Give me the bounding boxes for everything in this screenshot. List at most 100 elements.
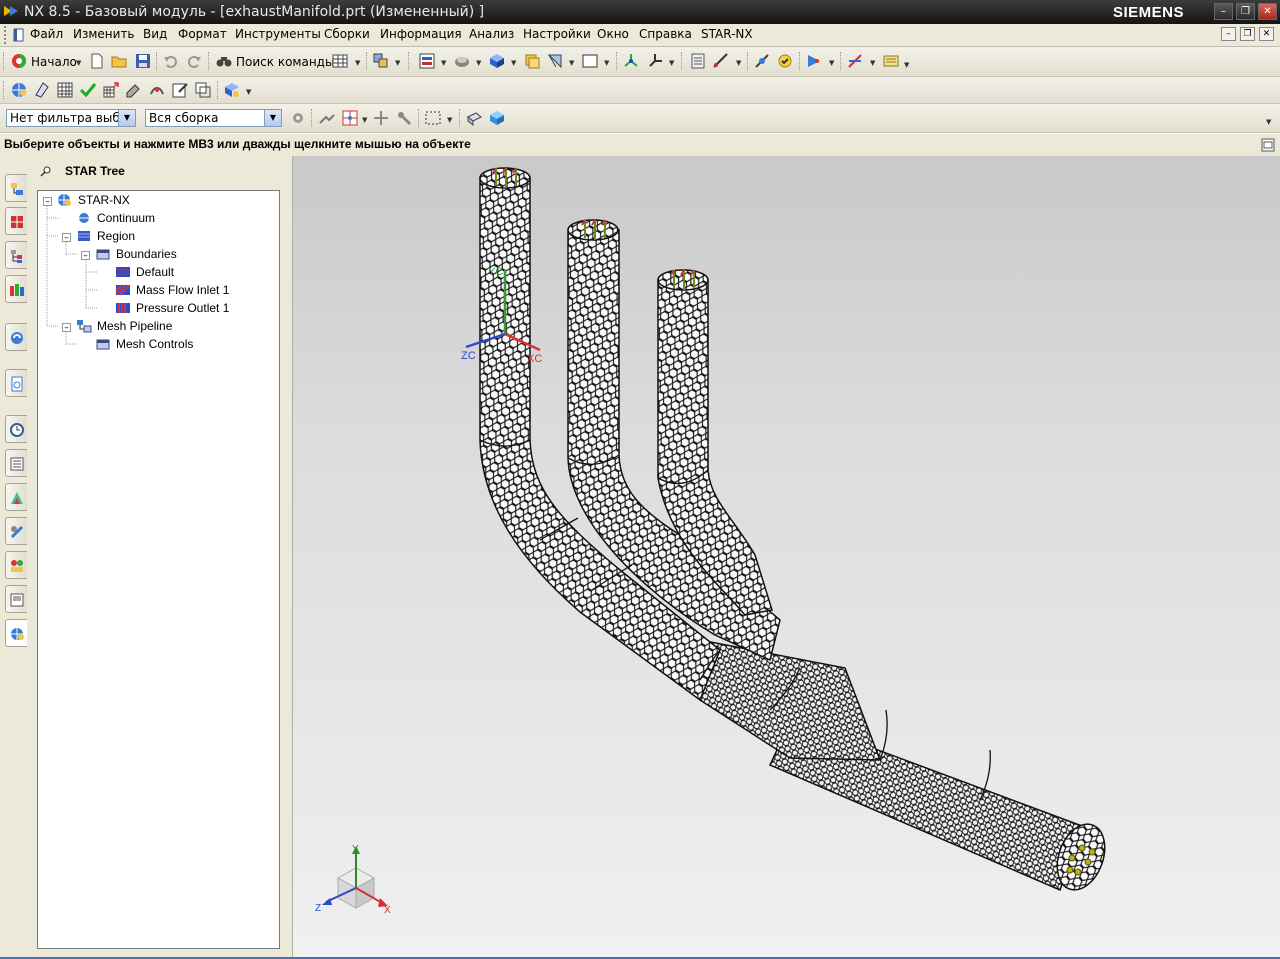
type-filter-dropdown[interactable]: Нет фильтра выбо ▼ <box>6 109 136 127</box>
create-part-icon[interactable] <box>33 81 51 99</box>
orient-view-icon[interactable] <box>418 52 436 70</box>
chevron-down-icon[interactable]: ▼ <box>264 110 281 126</box>
tree-node-mesh-controls[interactable]: Mesh Controls <box>116 337 193 351</box>
status-pane-icon[interactable] <box>1261 138 1275 152</box>
save-icon[interactable] <box>134 52 152 70</box>
menu-preferences[interactable]: Настройки <box>523 27 591 41</box>
menu-window[interactable]: Окно <box>597 27 629 41</box>
menu-tools[interactable]: Инструменты <box>235 27 321 41</box>
filter-settings-icon[interactable] <box>289 109 307 127</box>
toolbar-grip[interactable] <box>3 52 7 70</box>
tree-node-boundaries[interactable]: Boundaries <box>116 247 177 261</box>
snap-point-dropdown-arrow[interactable]: ▼ <box>829 59 834 67</box>
resource-tab-part-navigator[interactable] <box>5 241 27 269</box>
resource-tab-reuse-library[interactable] <box>5 275 27 303</box>
start-icon[interactable] <box>10 52 28 70</box>
menu-analysis[interactable]: Анализ <box>469 27 514 41</box>
check-geometry-icon[interactable] <box>776 52 794 70</box>
resource-tab-templates[interactable] <box>5 585 27 613</box>
show-hide-icon[interactable] <box>581 52 599 70</box>
select-body-icon[interactable] <box>395 109 413 127</box>
collapse-toggle[interactable]: – <box>62 233 71 243</box>
tree-node-mass-flow-inlet[interactable]: Mass Flow Inlet 1 <box>136 283 229 297</box>
tree-node-continuum[interactable]: Continuum <box>97 211 155 225</box>
mesh-grid-icon[interactable] <box>56 81 74 99</box>
redo-icon[interactable] <box>185 52 203 70</box>
edit-sheet-icon[interactable] <box>171 81 189 99</box>
resource-tab-clock[interactable] <box>5 415 27 443</box>
collapse-toggle[interactable]: – <box>81 251 90 261</box>
parameters-icon[interactable] <box>125 81 143 99</box>
select-solid-icon[interactable] <box>488 109 506 127</box>
menubar-grip[interactable] <box>4 26 9 44</box>
collapse-toggle[interactable]: – <box>62 323 71 333</box>
toolbar-overflow-arrow[interactable]: ▼ <box>1266 118 1271 126</box>
menu-assemblies[interactable]: Сборки <box>324 27 370 41</box>
resource-tab-visualization[interactable] <box>5 483 27 511</box>
snap-target-icon[interactable] <box>341 109 359 127</box>
menu-format[interactable]: Формат <box>178 27 227 41</box>
pin-icon[interactable] <box>40 165 52 177</box>
boundary-layer-icon[interactable] <box>194 81 212 99</box>
resource-tab-assembly-navigator[interactable] <box>5 174 27 202</box>
mdi-restore-button[interactable]: ❐ <box>1240 27 1255 41</box>
toolbar-options-icon[interactable] <box>882 52 900 70</box>
toolbar-options-dropdown-arrow[interactable]: ▼ <box>904 61 909 69</box>
selection-tool-icon[interactable] <box>372 52 390 70</box>
menu-information[interactable]: Информация <box>380 27 462 41</box>
mdi-close-button[interactable]: ✕ <box>1259 27 1274 41</box>
rendering-style-icon[interactable] <box>453 52 471 70</box>
information-icon[interactable] <box>689 52 707 70</box>
snap-point-icon[interactable] <box>805 52 823 70</box>
tree-node-pressure-outlet[interactable]: Pressure Outlet 1 <box>136 301 229 315</box>
star-nx-globe-icon[interactable] <box>10 81 28 99</box>
show-hide-dropdown-arrow[interactable]: ▼ <box>604 59 609 67</box>
mdi-minimize-button[interactable]: – <box>1221 27 1236 41</box>
menu-view[interactable]: Вид <box>143 27 167 41</box>
measure-dropdown-arrow[interactable]: ▼ <box>736 59 741 67</box>
assembly-tools-dropdown-arrow[interactable]: ▼ <box>246 88 251 96</box>
undo-icon[interactable] <box>162 52 180 70</box>
resource-tab-history[interactable] <box>5 369 27 397</box>
rectangle-select-icon[interactable] <box>424 109 442 127</box>
tree-node-mesh-pipeline[interactable]: Mesh Pipeline <box>97 319 172 333</box>
resource-tab-palette[interactable] <box>5 449 27 477</box>
analysis-tool-icon[interactable] <box>753 52 771 70</box>
sketch-tool-icon[interactable] <box>846 52 864 70</box>
resource-tab-system-materials[interactable] <box>5 517 27 545</box>
solver-run-icon[interactable] <box>148 81 166 99</box>
tree-node-default[interactable]: Default <box>136 265 174 279</box>
select-face-icon[interactable] <box>465 109 483 127</box>
toolbar-grip[interactable] <box>3 81 7 99</box>
shaded-cube-dropdown-arrow[interactable]: ▼ <box>511 59 516 67</box>
check-mark-icon[interactable] <box>79 81 97 99</box>
collapse-toggle[interactable]: – <box>43 197 52 207</box>
wcs-dynamics-icon[interactable] <box>622 52 640 70</box>
open-folder-icon[interactable] <box>110 52 128 70</box>
select-features-icon[interactable] <box>318 109 336 127</box>
start-button[interactable]: Начало <box>31 55 77 69</box>
wcs-orient-icon[interactable] <box>646 52 664 70</box>
close-window-button[interactable]: ✕ <box>1258 3 1277 20</box>
wcs-orient-dropdown-arrow[interactable]: ▼ <box>669 59 674 67</box>
binoculars-icon[interactable] <box>215 52 233 70</box>
exhaust-manifold-mesh[interactable]: YC XC ZC Y X Z <box>293 156 1280 957</box>
grid-layout-dropdown-arrow[interactable]: ▼ <box>355 59 360 67</box>
resource-tab-web-browser[interactable] <box>5 323 27 351</box>
quick-pick-icon[interactable] <box>372 109 390 127</box>
tree-node-region[interactable]: Region <box>97 229 135 243</box>
restore-window-button[interactable]: ❐ <box>1236 3 1255 20</box>
edit-object-display-icon[interactable] <box>546 52 564 70</box>
snap-target-dropdown-arrow[interactable]: ▼ <box>362 116 367 124</box>
menu-star-nx[interactable]: STAR-NX <box>701 27 753 41</box>
resource-tab-star-tree[interactable] <box>5 619 27 647</box>
resource-tab-constraint-navigator[interactable] <box>5 207 27 235</box>
minimize-window-button[interactable]: – <box>1214 3 1233 20</box>
selection-scope-dropdown[interactable]: Вся сборка ▼ <box>145 109 282 127</box>
mesh-export-icon[interactable] <box>102 81 120 99</box>
command-finder-button[interactable]: Поиск команды <box>236 55 334 69</box>
graphics-window[interactable]: YC XC ZC Y X Z <box>293 156 1280 957</box>
menu-help[interactable]: Справка <box>639 27 692 41</box>
menu-file[interactable]: Файл <box>30 27 63 41</box>
orient-view-dropdown-arrow[interactable]: ▼ <box>441 59 446 67</box>
